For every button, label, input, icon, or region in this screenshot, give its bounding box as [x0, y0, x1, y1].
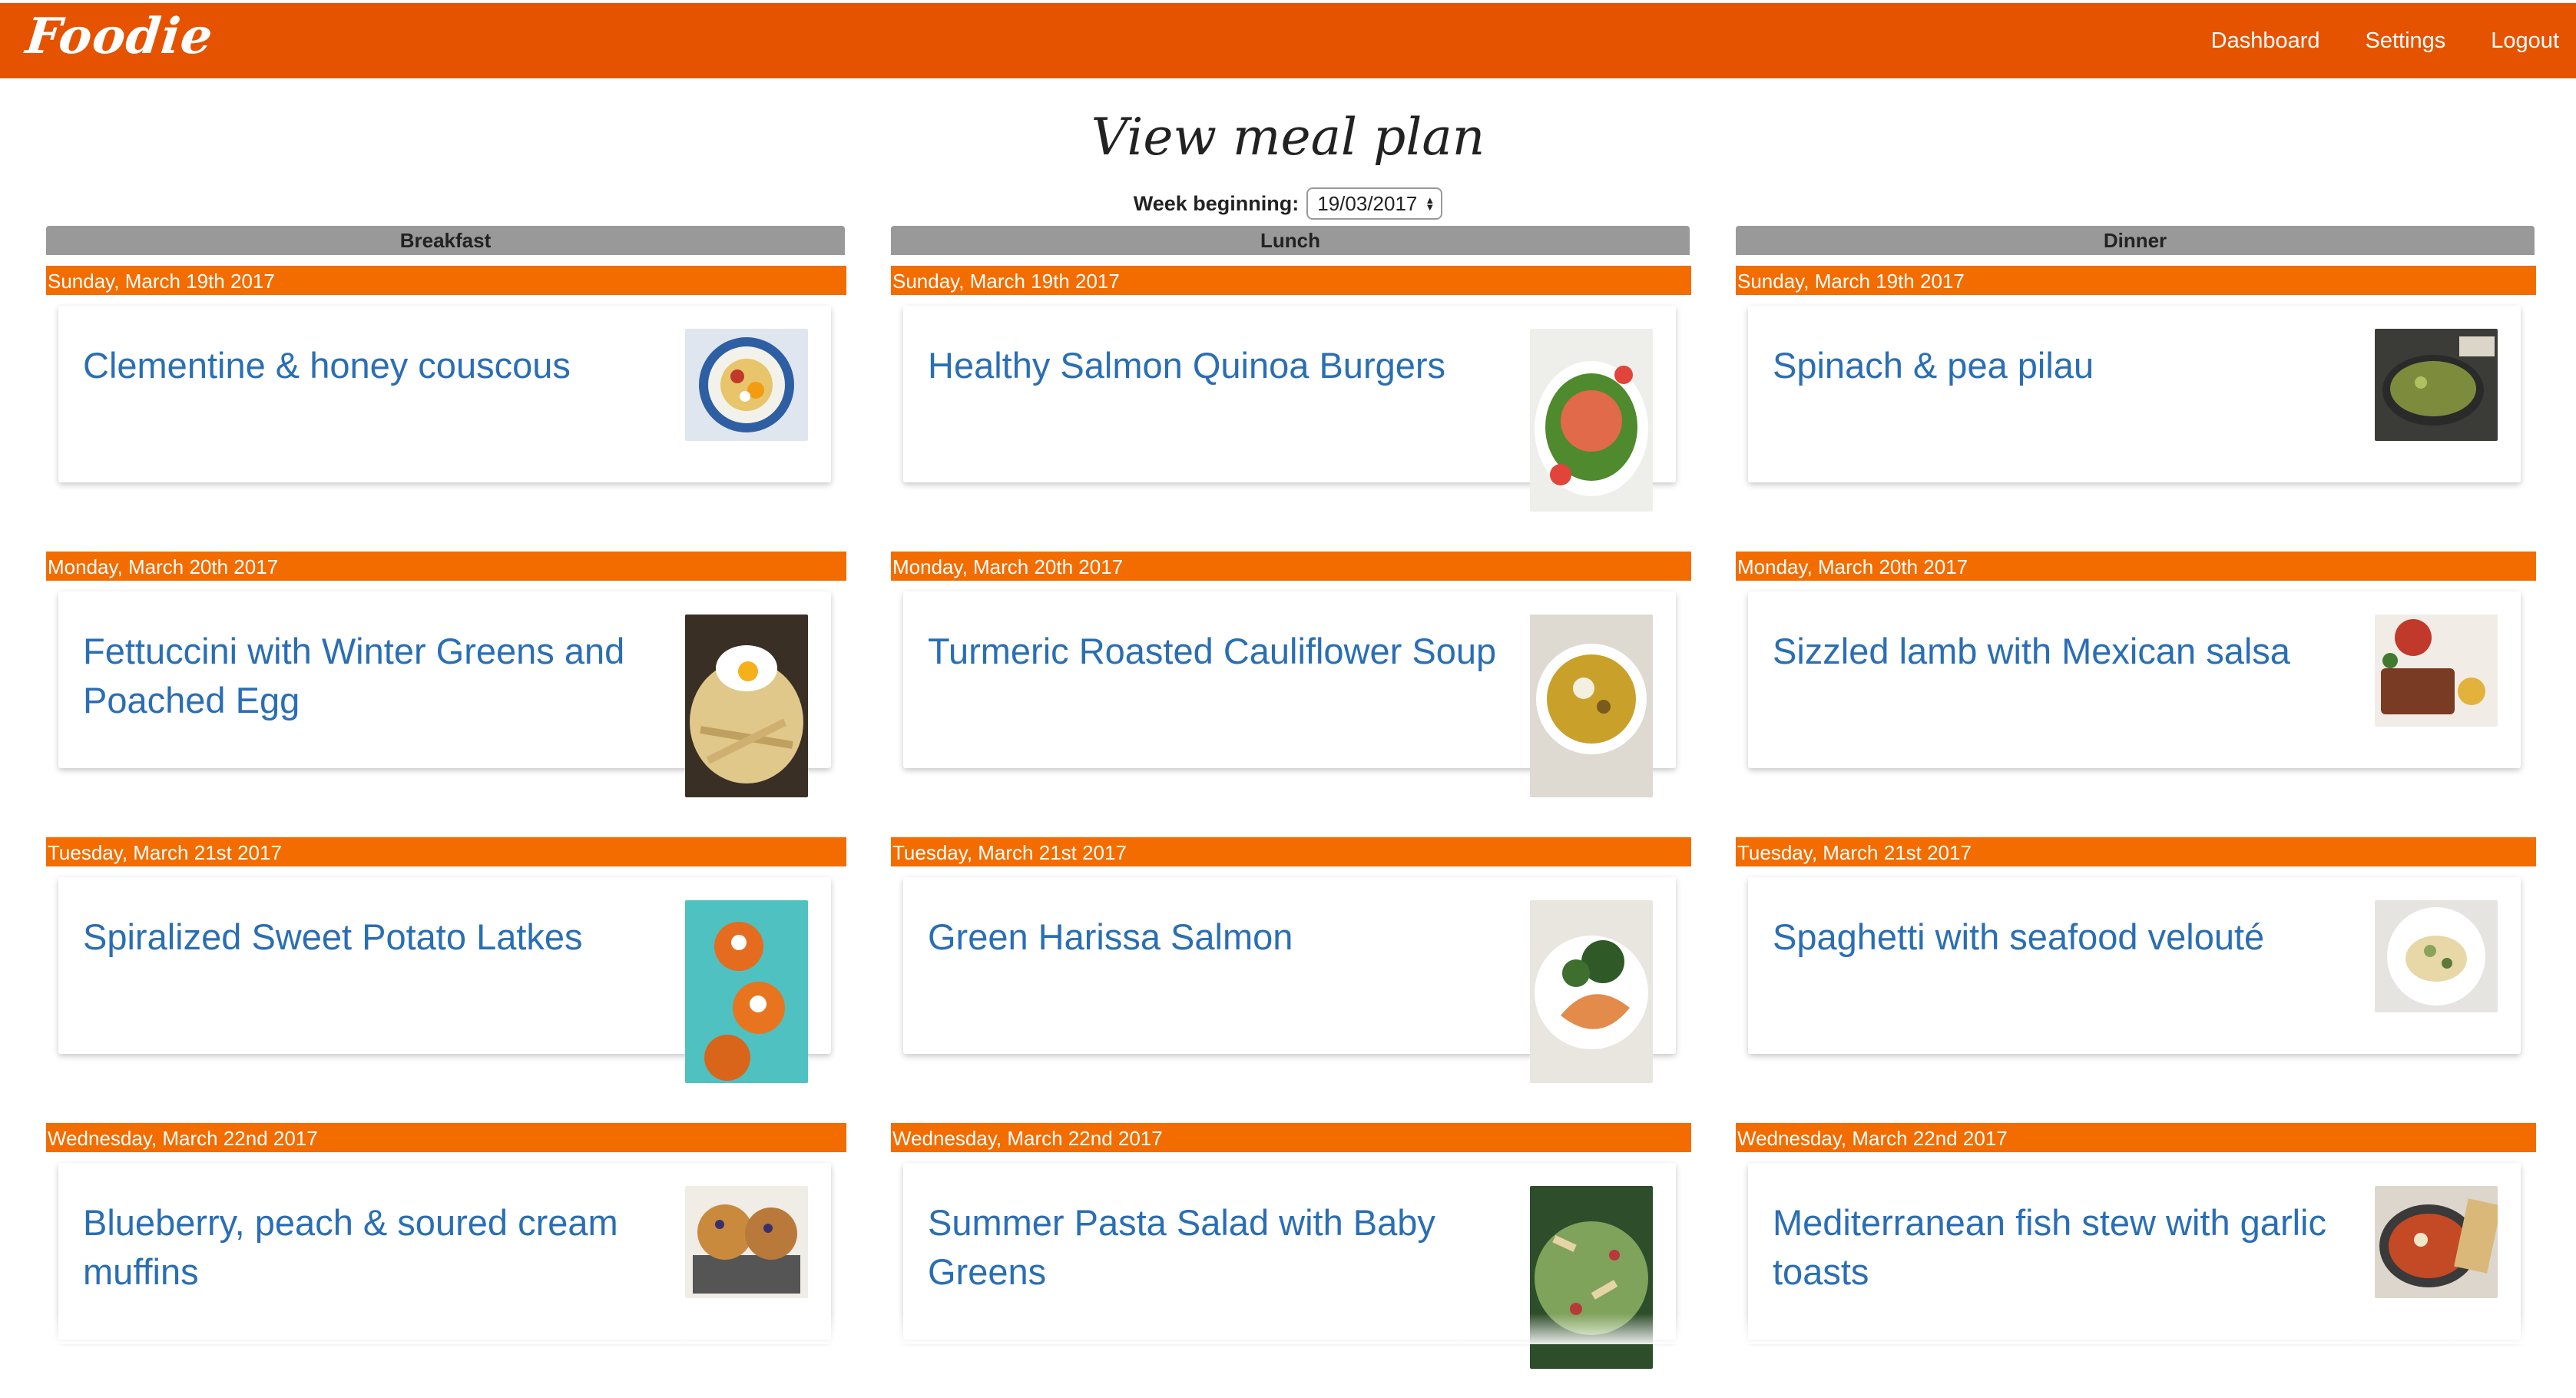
day-date-bar: Sunday, March 19th 2017 — [1736, 266, 2536, 295]
fish-stew-image[interactable] — [2375, 1186, 2498, 1298]
day-entry: Tuesday, March 21st 2017 Spaghetti with s… — [1736, 827, 2536, 1112]
soup-bowl-image[interactable] — [1530, 615, 1653, 797]
day-entry: Wednesday, March 22nd 2017 Mediterranean … — [1736, 1112, 2536, 1398]
lunch-column-header: Lunch — [891, 226, 1690, 255]
day-entry: Sunday, March 19th 2017 Spinach & pea pil… — [1736, 255, 2536, 541]
day-date-bar: Sunday, March 19th 2017 — [46, 266, 846, 295]
day-entry: Sunday, March 19th 2017 Clementine & hone… — [46, 255, 846, 541]
week-selector-row: Week beginning: 19/03/2017 ▲ ▼ — [0, 187, 2576, 220]
recipe-title-link[interactable]: Healthy Salmon Quinoa Burgers — [928, 341, 1527, 390]
recipe-card[interactable]: Spinach & pea pilau — [1748, 306, 2521, 482]
fettuccini-image[interactable] — [685, 615, 808, 797]
date-spinner-icon[interactable]: ▲ ▼ — [1425, 195, 1435, 212]
lamb-salsa-image[interactable] — [2375, 615, 2498, 727]
couscous-bowl-image[interactable] — [685, 329, 808, 441]
day-date-bar: Monday, March 20th 2017 — [891, 552, 1691, 581]
recipe-title-link[interactable]: Sizzled lamb with Mexican salsa — [1773, 627, 2372, 676]
day-date-bar: Sunday, March 19th 2017 — [891, 266, 1691, 295]
recipe-title-link[interactable]: Clementine & honey couscous — [83, 341, 682, 390]
recipe-card[interactable]: Clementine & honey couscous — [58, 306, 831, 482]
nav-links: Dashboard Settings Logout — [2166, 3, 2559, 78]
muffins-image[interactable] — [685, 1186, 808, 1298]
recipe-title-link[interactable]: Spaghetti with seafood velouté — [1773, 913, 2372, 962]
day-entry: Tuesday, March 21st 2017 Green Harissa Sa… — [891, 827, 1691, 1112]
lunch-column: Lunch Sunday, March 19th 2017 Healthy Salm… — [891, 226, 1691, 1398]
day-entry: Wednesday, March 22nd 2017 Blueberry, pea… — [46, 1112, 846, 1398]
recipe-title-link[interactable]: Blueberry, peach & soured cream muffins — [83, 1198, 682, 1297]
week-beginning-label: Week beginning: — [1133, 191, 1300, 215]
recipe-card[interactable]: Sizzled lamb with Mexican salsa — [1748, 591, 2521, 768]
recipe-title-link[interactable]: Fettuccini with Winter Greens and Poache… — [83, 627, 682, 725]
recipe-title-link[interactable]: Spiralized Sweet Potato Latkes — [83, 913, 682, 962]
recipe-title-link[interactable]: Spinach & pea pilau — [1773, 341, 2372, 390]
nav-settings-link[interactable]: Settings — [2366, 28, 2446, 54]
week-date-input[interactable]: 19/03/2017 ▲ ▼ — [1306, 187, 1443, 220]
pilau-pan-image[interactable] — [2375, 329, 2498, 441]
recipe-card[interactable]: Spaghetti with seafood velouté — [1748, 877, 2521, 1054]
recipe-title-link[interactable]: Turmeric Roasted Cauliflower Soup — [928, 627, 1527, 676]
day-date-bar: Monday, March 20th 2017 — [1736, 552, 2536, 581]
dinner-column: Dinner Sunday, March 19th 2017 Spinach & p… — [1736, 226, 2536, 1398]
day-date-bar: Tuesday, March 21st 2017 — [1736, 837, 2536, 866]
recipe-card[interactable]: Healthy Salmon Quinoa Burgers — [903, 306, 1676, 512]
day-date-bar: Tuesday, March 21st 2017 — [46, 837, 846, 866]
recipe-card[interactable]: Spiralized Sweet Potato Latkes — [58, 877, 831, 1083]
day-date-bar: Tuesday, March 21st 2017 — [891, 837, 1691, 866]
day-date-bar: Wednesday, March 22nd 2017 — [46, 1123, 846, 1152]
day-date-bar: Wednesday, March 22nd 2017 — [891, 1123, 1691, 1152]
harissa-salmon-image[interactable] — [1530, 900, 1653, 1083]
salmon-burger-image[interactable] — [1530, 329, 1653, 512]
recipe-card[interactable]: Fettuccini with Winter Greens and Poache… — [58, 591, 831, 797]
navbar: Foodie Dashboard Settings Logout — [0, 3, 2576, 78]
nav-logout-link[interactable]: Logout — [2491, 28, 2559, 54]
day-entry: Sunday, March 19th 2017 Healthy Salmon Qu… — [891, 255, 1691, 541]
brand-logo[interactable]: Foodie — [23, 8, 216, 65]
day-entry: Monday, March 20th 2017 Turmeric Roasted … — [891, 541, 1691, 827]
recipe-card[interactable]: Turmeric Roasted Cauliflower Soup — [903, 591, 1676, 797]
breakfast-column-header: Breakfast — [46, 226, 845, 255]
nav-dashboard-link[interactable]: Dashboard — [2211, 28, 2320, 54]
recipe-title-link[interactable]: Mediterranean fish stew with garlic toas… — [1773, 1198, 2372, 1297]
day-date-bar: Monday, March 20th 2017 — [46, 552, 846, 581]
recipe-title-link[interactable]: Green Harissa Salmon — [928, 913, 1527, 962]
day-entry: Wednesday, March 22nd 2017 Summer Pasta S… — [891, 1112, 1691, 1398]
bottom-fade — [0, 1314, 2576, 1344]
recipe-title-link[interactable]: Summer Pasta Salad with Baby Greens — [928, 1198, 1527, 1297]
day-entry: Monday, March 20th 2017 Fettuccini with W… — [46, 541, 846, 827]
week-date-value: 19/03/2017 — [1317, 191, 1418, 215]
latkes-image[interactable] — [685, 900, 808, 1083]
day-date-bar: Wednesday, March 22nd 2017 — [1736, 1123, 2536, 1152]
day-entry: Monday, March 20th 2017 Sizzled lamb with… — [1736, 541, 2536, 827]
breakfast-column: Breakfast Sunday, March 19th 2017 Clementi… — [46, 226, 846, 1398]
dinner-column-header: Dinner — [1736, 226, 2535, 255]
recipe-card[interactable]: Green Harissa Salmon — [903, 877, 1676, 1083]
spaghetti-image[interactable] — [2375, 900, 2498, 1012]
day-entry: Tuesday, March 21st 2017 Spiralized Sweet… — [46, 827, 846, 1112]
page-title: View meal plan — [1091, 108, 1485, 167]
